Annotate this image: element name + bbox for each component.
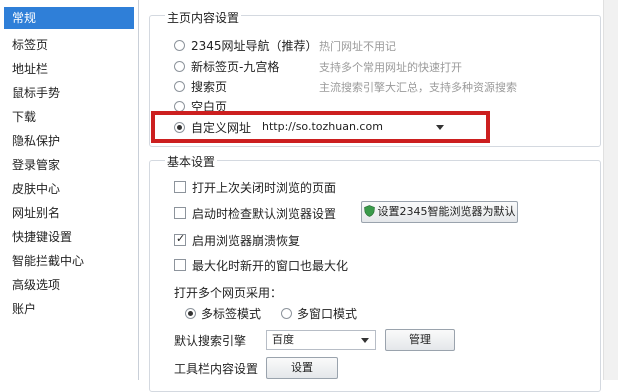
sidebar-item-smart-block[interactable]: 智能拦截中心 <box>4 250 134 272</box>
radio-2345-nav[interactable] <box>174 40 185 51</box>
sidebar-item-skin-center[interactable]: 皮肤中心 <box>4 178 134 200</box>
sidebar-item-address-bar[interactable]: 地址栏 <box>4 58 134 80</box>
sidebar-item-shortcuts[interactable]: 快捷键设置 <box>4 226 134 248</box>
sidebar-item-login-manager[interactable]: 登录管家 <box>4 154 134 176</box>
checkbox-check-default-browser[interactable] <box>174 207 186 219</box>
checkbox-maximize-new-windows-label[interactable]: 最大化时新开的窗口也最大化 <box>192 257 348 274</box>
radio-search-page-hint: 主流搜索引擎大汇总，支持多种资源搜索 <box>319 81 517 94</box>
search-engine-label: 默认搜索引擎 <box>174 334 247 348</box>
sidebar-item-advanced[interactable]: 高级选项 <box>4 274 134 296</box>
toolbar-settings-button[interactable]: 设置 <box>266 357 338 379</box>
checkbox-maximize-new-windows[interactable] <box>174 259 186 271</box>
manage-search-engine-button[interactable]: 管理 <box>385 329 455 351</box>
search-engine-select[interactable]: 百度 <box>266 330 376 350</box>
multi-page-label: 打开多个网页采用： <box>174 286 283 300</box>
radio-new-tab-grid-label[interactable]: 新标签页-九宫格 <box>191 58 279 75</box>
radio-multi-window-mode[interactable] <box>281 308 292 319</box>
checkbox-crash-recovery[interactable] <box>174 232 186 246</box>
sidebar-item-url-alias[interactable]: 网址别名 <box>4 202 134 224</box>
sidebar-item-downloads[interactable]: 下载 <box>4 106 134 128</box>
sidebar-item-account[interactable]: 账户 <box>4 298 134 320</box>
radio-new-tab-grid-hint: 支持多个常用网址的快速打开 <box>319 61 462 74</box>
radio-2345-nav-label[interactable]: 2345网址导航（推荐） <box>191 37 318 54</box>
search-engine-value: 百度 <box>272 333 294 346</box>
radio-multi-tab-mode-label[interactable]: 多标签模式 <box>201 305 261 322</box>
sidebar-item-mouse-gestures[interactable]: 鼠标手势 <box>4 82 134 104</box>
radio-multi-window-mode-label[interactable]: 多窗口模式 <box>297 305 357 322</box>
radio-search-page[interactable] <box>174 81 185 92</box>
checkbox-crash-recovery-label[interactable]: 启用浏览器崩溃恢复 <box>192 232 300 249</box>
radio-2345-nav-hint: 热门网址不用记 <box>319 40 396 53</box>
homepage-section-title: 主页内容设置 <box>165 9 242 26</box>
radio-search-page-label[interactable]: 搜索页 <box>191 78 227 95</box>
checkbox-restore-last-session-label[interactable]: 打开上次关闭时浏览的页面 <box>192 179 336 196</box>
highlight-annotation <box>151 111 490 143</box>
sidebar-item-general[interactable]: 常规 <box>4 7 134 29</box>
checkbox-restore-last-session[interactable] <box>174 181 186 193</box>
checkbox-check-default-browser-label[interactable]: 启动时检查默认浏览器设置 <box>192 205 336 222</box>
radio-multi-tab-mode[interactable] <box>185 308 196 319</box>
shield-icon <box>363 205 375 217</box>
sidebar-item-tabs[interactable]: 标签页 <box>4 34 134 56</box>
radio-new-tab-grid[interactable] <box>174 61 185 72</box>
set-default-browser-label: 设置2345智能浏览器为默认 <box>377 205 516 218</box>
settings-sidebar: 常规 标签页 地址栏 鼠标手势 下载 隐私保护 登录管家 皮肤中心 网址别名 快… <box>0 0 139 380</box>
chevron-down-icon[interactable] <box>361 338 369 343</box>
basic-settings-title: 基本设置 <box>165 153 218 170</box>
set-default-browser-button[interactable]: 设置2345智能浏览器为默认 <box>361 201 518 223</box>
settings-main: 主页内容设置 2345网址导航（推荐） 热门网址不用记 新标签页-九宫格 支持多… <box>139 0 618 392</box>
sidebar-item-privacy[interactable]: 隐私保护 <box>4 130 134 152</box>
toolbar-content-label: 工具栏内容设置 <box>174 362 259 376</box>
vertical-scrollbar[interactable] <box>603 0 618 380</box>
